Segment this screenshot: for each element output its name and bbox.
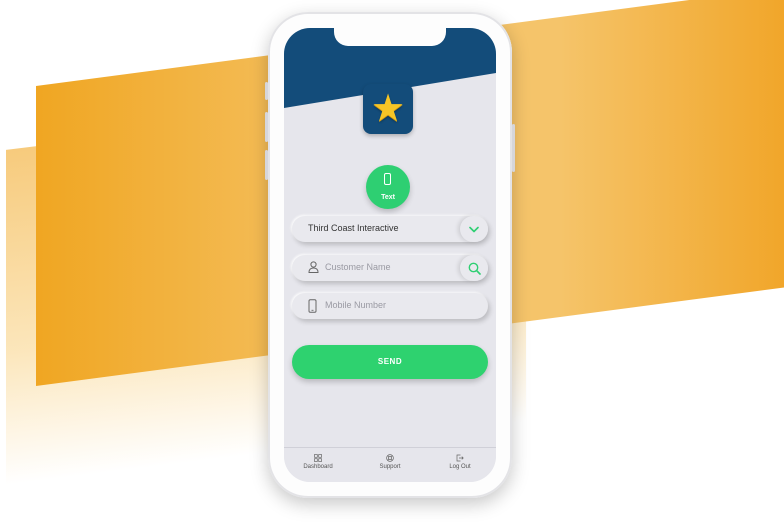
customer-search-button[interactable] xyxy=(460,255,488,281)
send-button[interactable]: SEND xyxy=(292,345,488,379)
app-logo: ★ xyxy=(363,84,413,134)
nav-item-dashboard[interactable]: Dashboard xyxy=(288,454,348,470)
grid-icon xyxy=(314,454,322,462)
text-mode-button[interactable]: Text xyxy=(366,165,410,209)
lifebuoy-icon xyxy=(386,454,394,462)
mobile-number-placeholder: Mobile Number xyxy=(325,300,387,310)
search-icon xyxy=(468,262,481,275)
customer-name-placeholder: Customer Name xyxy=(325,262,391,272)
mobile-number-field[interactable]: Mobile Number xyxy=(292,293,488,319)
nav-label-logout: Log Out xyxy=(449,464,471,470)
phone-power-button xyxy=(512,124,515,172)
phone-volume-down xyxy=(265,150,268,180)
phone-icon xyxy=(308,299,317,313)
phone-volume-up xyxy=(265,112,268,142)
company-select[interactable]: Third Coast Interactive xyxy=(292,216,488,242)
phone-frame: ★ Text Third Coast Interactive Customer … xyxy=(265,12,515,498)
user-icon xyxy=(308,261,319,273)
bottom-navigation: Dashboard Support Log Out xyxy=(284,447,496,482)
logout-icon xyxy=(456,454,464,462)
company-dropdown-button[interactable] xyxy=(460,216,488,242)
phone-screen: ★ Text Third Coast Interactive Customer … xyxy=(284,28,496,482)
nav-label-dashboard: Dashboard xyxy=(303,464,333,470)
company-select-value: Third Coast Interactive xyxy=(308,223,399,233)
text-mode-label: Text xyxy=(381,194,395,201)
nav-item-support[interactable]: Support xyxy=(360,454,420,470)
star-icon: ★ xyxy=(370,88,406,130)
phone-icon xyxy=(384,173,391,185)
customer-name-field[interactable]: Customer Name xyxy=(292,255,488,281)
nav-item-logout[interactable]: Log Out xyxy=(430,454,490,470)
chevron-down-icon xyxy=(469,226,479,232)
nav-label-support: Support xyxy=(379,464,401,470)
phone-notch xyxy=(334,28,446,46)
phone-side-button xyxy=(265,82,268,100)
